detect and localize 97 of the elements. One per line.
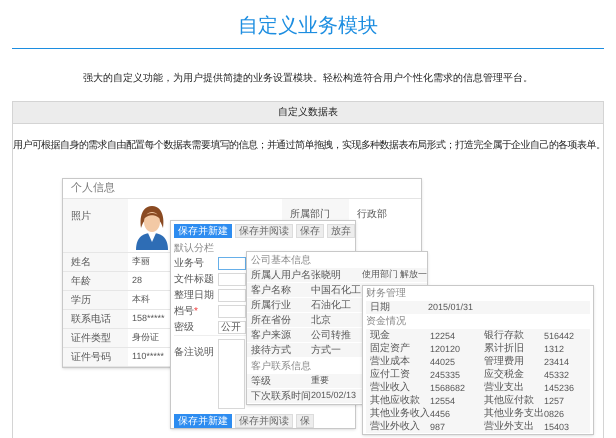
field-value: 方式一 xyxy=(311,344,341,358)
section-title: 资金情况 xyxy=(366,314,406,329)
field-label: 营业收入 xyxy=(370,382,410,394)
field-value: 12254 xyxy=(430,330,456,342)
field-label: 业务号 xyxy=(174,256,204,270)
field-value: 44025 xyxy=(430,356,456,368)
field-value: 4456 xyxy=(430,408,450,420)
field-label: 使用部门 xyxy=(362,268,398,282)
field-label: 管理费用 xyxy=(484,356,524,368)
field-label: 其他业务支出 xyxy=(484,408,544,420)
field-value: 15403 xyxy=(544,420,570,432)
field-value: 110***** xyxy=(132,350,164,364)
field-label: 等级 xyxy=(251,374,271,388)
field-label: 所在省份 xyxy=(251,314,291,328)
input-field[interactable]: 公开 xyxy=(218,320,246,334)
secondary-button[interactable]: 保存 xyxy=(296,224,324,238)
field-value: 245335 xyxy=(430,368,460,380)
field-label: 营业成本 xyxy=(370,356,410,368)
field-value: 516442 xyxy=(544,330,574,342)
field-label: 客户来源 xyxy=(251,328,291,342)
window-title: 个人信息 xyxy=(71,181,115,196)
field-label: 学历 xyxy=(71,294,91,308)
field-value: 公司转推 xyxy=(311,328,351,342)
field-value: 身份证 xyxy=(132,331,159,344)
input-field[interactable] xyxy=(218,304,246,318)
section-description: 用户可根据自身的需求自由配置每个数据表需要填写的信息；并通过简单拖拽，实现多种数据表布局形式；打造完全属于企业自己的各项表单。 xyxy=(13,138,603,152)
field-label: 文件标题 xyxy=(174,272,214,286)
field-label: 联系电话 xyxy=(71,312,111,326)
field-value: 23414 xyxy=(544,356,570,368)
field-label: 所属行业 xyxy=(251,298,291,312)
field-value: 重要 xyxy=(311,374,329,388)
field-label: 档号 xyxy=(174,304,194,318)
field-value: 28 xyxy=(132,274,142,288)
field-value: 1568682 xyxy=(430,382,466,394)
remark-textarea[interactable] xyxy=(218,339,245,409)
field-value: 1257 xyxy=(544,394,564,406)
field-value: 120120 xyxy=(430,342,460,354)
input-field[interactable] xyxy=(218,288,246,302)
field-label: 营业外收入 xyxy=(370,420,420,432)
field-label: 其他业务收入 xyxy=(370,408,430,420)
field-value: 李丽 xyxy=(132,255,150,268)
field-label: 其他应收款 xyxy=(370,394,420,406)
field-label: 整理日期 xyxy=(174,288,214,302)
field-label: 现金 xyxy=(370,330,390,342)
field-value: 行政部 xyxy=(357,209,387,220)
page-subtitle: 强大的自定义功能，为用户提供简捷的业务设置模块。轻松构造符合用户个性化需求的信息管理平台。 xyxy=(82,73,534,85)
field-label: 客户名称 xyxy=(251,284,291,298)
field-label: 年龄 xyxy=(71,274,91,288)
field-label: 姓名 xyxy=(71,256,91,270)
input-field[interactable] xyxy=(218,272,246,286)
secondary-button[interactable]: 放弃 xyxy=(327,224,355,238)
field-value: 解放一 xyxy=(400,268,427,282)
section-header: 自定义数据表 xyxy=(13,102,603,124)
secondary-button[interactable]: 保 xyxy=(296,414,314,428)
field-value: 145236 xyxy=(544,382,574,394)
field-label: 照片 xyxy=(71,211,91,222)
field-label: 下次联系时间 xyxy=(251,390,311,404)
field-value: 2015/01/31 xyxy=(428,300,474,314)
field-label: 备注说明 xyxy=(174,347,214,358)
field-label: 银行存款 xyxy=(484,330,524,342)
field-label: 密级 xyxy=(174,320,194,334)
field-value: 0826 xyxy=(544,408,564,420)
field-label: 证件类型 xyxy=(71,332,111,346)
field-value: 158***** xyxy=(132,312,165,326)
secondary-button[interactable]: 保存并阅读 xyxy=(235,414,293,428)
section-title: 客户联系信息 xyxy=(251,360,311,374)
required-mark: * xyxy=(194,304,198,318)
field-label: 证件号码 xyxy=(71,350,111,364)
input-field[interactable] xyxy=(218,256,246,270)
field-value: 1312 xyxy=(544,342,564,354)
field-value: 石油化工 xyxy=(311,298,351,312)
field-label: 应付工资 xyxy=(370,368,410,380)
field-label: 固定资产 xyxy=(370,342,410,354)
field-value: 中国石化工 xyxy=(311,284,361,298)
field-label: 其他应付款 xyxy=(484,394,534,406)
primary-button[interactable]: 保存并新建 xyxy=(174,414,232,428)
field-label: 所属人用户名 xyxy=(251,268,311,282)
field-label: 营业外支出 xyxy=(484,420,534,432)
section-title: 默认分栏 xyxy=(174,242,214,256)
field-label: 所属部门 xyxy=(290,209,330,220)
field-value: 北京 xyxy=(311,314,331,328)
field-label: 营业支出 xyxy=(484,382,524,394)
section-title: 财务管理 xyxy=(366,286,406,301)
field-value: 张晓明 xyxy=(311,268,341,282)
page-title: 自定义业务模块 xyxy=(238,14,378,39)
field-value: 12554 xyxy=(430,394,456,406)
secondary-button[interactable]: 保存并阅读 xyxy=(235,224,293,238)
field-label: 应交税金 xyxy=(484,368,524,380)
field-label: 累计折旧 xyxy=(484,342,524,354)
field-value: 987 xyxy=(430,420,446,432)
field-label: 日期 xyxy=(370,300,390,315)
section-title: 公司基本信息 xyxy=(251,254,311,268)
field-value: 本科 xyxy=(132,293,150,306)
field-value: 45332 xyxy=(544,368,570,380)
primary-button[interactable]: 保存并新建 xyxy=(174,224,232,238)
field-label: 接待方式 xyxy=(251,344,291,358)
field-value: 2015/02/13 xyxy=(311,389,356,402)
